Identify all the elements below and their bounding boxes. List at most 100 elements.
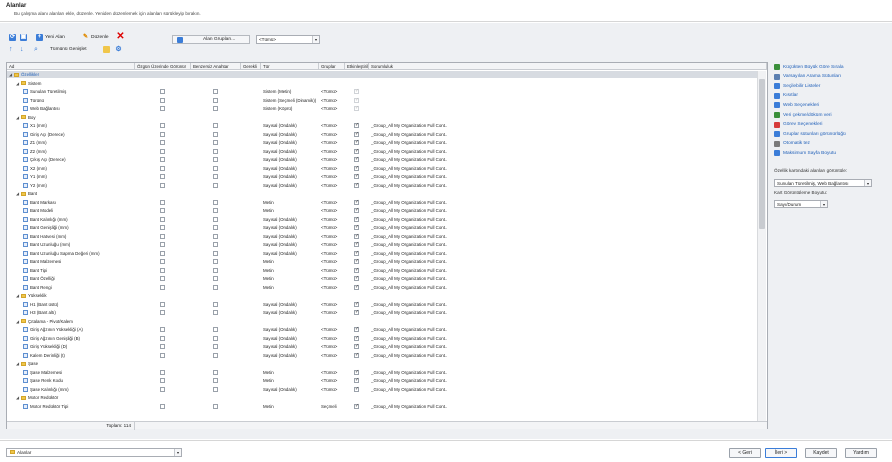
table-row[interactable]: Kalem Derinliği (t) Sayısal (Ondalık) <Tüm… (7, 352, 757, 359)
table-row[interactable]: Bant Markası Metin <Tümü> _Group_All My Org… (7, 199, 757, 206)
side-link-pull[interactable]: Veri çekme/döküm veri (774, 111, 832, 119)
visible-checkbox[interactable] (160, 403, 165, 409)
table-row[interactable]: Sunulan Türetilmiş Sistem (Metin) <Tümü> (7, 88, 757, 95)
visible-checkbox[interactable] (160, 225, 165, 230)
table-row[interactable]: Bant Genişliği (mm) Sayısal (Ondalık) <Tüm… (7, 224, 757, 231)
table-row[interactable]: H3 (Bant altı) Sayısal (Ondalık) <Tümü> _Gr… (7, 309, 757, 316)
unique-checkbox[interactable] (213, 284, 218, 290)
table-row[interactable]: Şase Renk Kodu Metin <Tümü> _Group_All My O… (7, 377, 757, 384)
enabled-checkbox[interactable] (354, 377, 359, 383)
table-row[interactable]: Y2 (mm) Sayısal (Ondalık) <Tümü> _Group_All… (7, 182, 757, 189)
visible-checkbox[interactable] (160, 123, 165, 128)
unique-checkbox[interactable] (213, 157, 218, 162)
side-link-task[interactable]: Görev Seçenekleri (774, 121, 822, 129)
enabled-checkbox[interactable] (354, 233, 359, 239)
col-enabled-header[interactable]: Etkinleştirildi (345, 63, 369, 70)
enabled-checkbox[interactable] (354, 309, 359, 315)
group-row[interactable]: ◢ Bant (7, 190, 757, 197)
delete-button[interactable]: ✕ (116, 32, 127, 42)
unique-checkbox[interactable] (213, 267, 218, 273)
enabled-checkbox[interactable] (354, 335, 359, 341)
unique-checkbox[interactable] (213, 378, 218, 383)
visible-checkbox[interactable] (160, 301, 165, 307)
enabled-checkbox[interactable] (354, 216, 359, 222)
enabled-checkbox[interactable] (354, 250, 359, 256)
visible-checkbox[interactable] (160, 242, 165, 247)
visible-checkbox[interactable] (160, 327, 165, 332)
visible-checkbox[interactable] (160, 89, 165, 94)
table-row[interactable]: Türünü Sistem (Seçmeli (Dinamik)) <Tümü> (7, 97, 757, 104)
expand-icon[interactable]: ◢ (16, 361, 20, 366)
table-row[interactable]: Bant Uzunluğu Sapma Değeri (mm) Sayısal (… (7, 250, 757, 257)
expand-icon[interactable]: ◢ (16, 395, 20, 400)
unique-checkbox[interactable] (213, 301, 218, 307)
type-filter-select[interactable]: <Tümü> ▾ (256, 35, 320, 44)
unique-checkbox[interactable] (213, 276, 218, 281)
field-groups-button[interactable]: Alan Grupları... (172, 35, 250, 44)
expand-all-button[interactable]: Tümünü Genişlet (50, 45, 87, 54)
unique-checkbox[interactable] (213, 369, 218, 375)
visible-checkbox[interactable] (160, 378, 165, 383)
col-unique-header[interactable]: Benzersiz Anahtar (191, 63, 241, 70)
col-responsibility-header[interactable]: Sorumluluk (369, 63, 767, 70)
settings-button[interactable]: ⚙ (115, 45, 124, 54)
side-link-auto[interactable]: Otomatik tez (774, 140, 810, 148)
table-row[interactable]: Y1 (mm) Sayısal (Ondalık) <Tümü> _Group_All… (7, 173, 757, 180)
visible-checkbox[interactable] (160, 386, 165, 392)
search-button[interactable]: ⌕ (34, 45, 38, 54)
col-required-header[interactable]: Gerekli (241, 63, 261, 70)
enabled-checkbox[interactable] (354, 165, 359, 171)
page-select[interactable]: Alanlar ▾ (6, 448, 182, 457)
next-button[interactable]: İleri > (765, 448, 797, 458)
table-row[interactable]: Giriş Yüksekliği (D) Sayısal (Ondalık) <Tü… (7, 343, 757, 350)
group-row[interactable]: ◢ Özellikler (7, 71, 757, 79)
table-row[interactable]: Z2 (mm) Sayısal (Ondalık) <Tümü> _Group_All… (7, 148, 757, 155)
enabled-checkbox[interactable] (354, 275, 359, 281)
enabled-checkbox[interactable] (354, 122, 359, 128)
table-row[interactable]: Giriş Açı (Derece) Sayısal (Ondalık) <Tümü… (7, 131, 757, 138)
unique-checkbox[interactable] (213, 97, 218, 103)
visible-checkbox[interactable] (160, 233, 165, 239)
move-down-button[interactable]: ↓ (20, 45, 24, 54)
enabled-checkbox[interactable] (354, 199, 359, 205)
table-row[interactable]: Z1 (mm) Sayısal (Ondalık) <Tümü> _Group_All… (7, 139, 757, 146)
unique-checkbox[interactable] (213, 165, 218, 171)
enabled-checkbox[interactable] (354, 241, 359, 247)
visible-checkbox[interactable] (160, 157, 165, 162)
group-row[interactable]: ◢ Yükseklik (7, 292, 757, 299)
group-row[interactable]: ◢ Şase (7, 360, 757, 367)
move-up-button[interactable]: ↑ (9, 45, 13, 54)
unique-checkbox[interactable] (213, 259, 218, 264)
visible-checkbox[interactable] (160, 310, 165, 315)
table-row[interactable]: Bant Özelliği Metin <Tümü> _Group_All My Or… (7, 275, 757, 282)
visible-checkbox[interactable] (160, 259, 165, 264)
enabled-checkbox[interactable] (354, 131, 359, 137)
visible-checkbox[interactable] (160, 182, 165, 188)
table-row[interactable]: Çıkış Açı (Derece) Sayısal (Ondalık) <Tümü… (7, 156, 757, 163)
visible-checkbox[interactable] (160, 106, 165, 111)
enabled-checkbox[interactable] (354, 182, 359, 188)
unique-checkbox[interactable] (213, 182, 218, 188)
unique-checkbox[interactable] (213, 123, 218, 128)
visible-checkbox[interactable] (160, 208, 165, 213)
table-row[interactable]: H1 (Bant üstü) Sayısal (Ondalık) <Tümü> _Gr… (7, 301, 757, 308)
property-select[interactable]: Sunulan Türetilmiş, Web Bağlantısı ▾ (774, 179, 872, 187)
table-row[interactable]: Web Bağlantısı Sistem (Köprü) <Tümü> (7, 105, 757, 112)
new-field-button[interactable]: + Yeni Alan (36, 33, 65, 42)
vertical-scrollbar[interactable] (757, 71, 766, 421)
visible-checkbox[interactable] (160, 284, 165, 290)
side-link-sort[interactable]: Küçükten Büyük Göre Sırala (774, 63, 844, 71)
enabled-checkbox[interactable] (354, 343, 359, 349)
enabled-checkbox[interactable] (354, 403, 359, 409)
table-row[interactable]: Bant Malzemesi Metin <Tümü> _Group_All My O… (7, 258, 757, 265)
table-row[interactable]: Bant Rengi Metin <Tümü> _Group_All My Organ… (7, 284, 757, 291)
side-link-page-size[interactable]: Maksimum Sayfa Boyutu (774, 149, 836, 157)
expand-icon[interactable]: ◢ (16, 319, 20, 324)
table-row[interactable]: Bant Kalınlığı (mm) Sayısal (Ondalık) <Tüm… (7, 216, 757, 223)
visible-checkbox[interactable] (160, 267, 165, 273)
expand-icon[interactable]: ◢ (16, 293, 20, 298)
enabled-checkbox[interactable] (354, 326, 359, 332)
enabled-checkbox[interactable] (354, 156, 359, 162)
visible-checkbox[interactable] (160, 148, 165, 154)
side-link-constraint[interactable]: Kısıtlar (774, 92, 798, 100)
